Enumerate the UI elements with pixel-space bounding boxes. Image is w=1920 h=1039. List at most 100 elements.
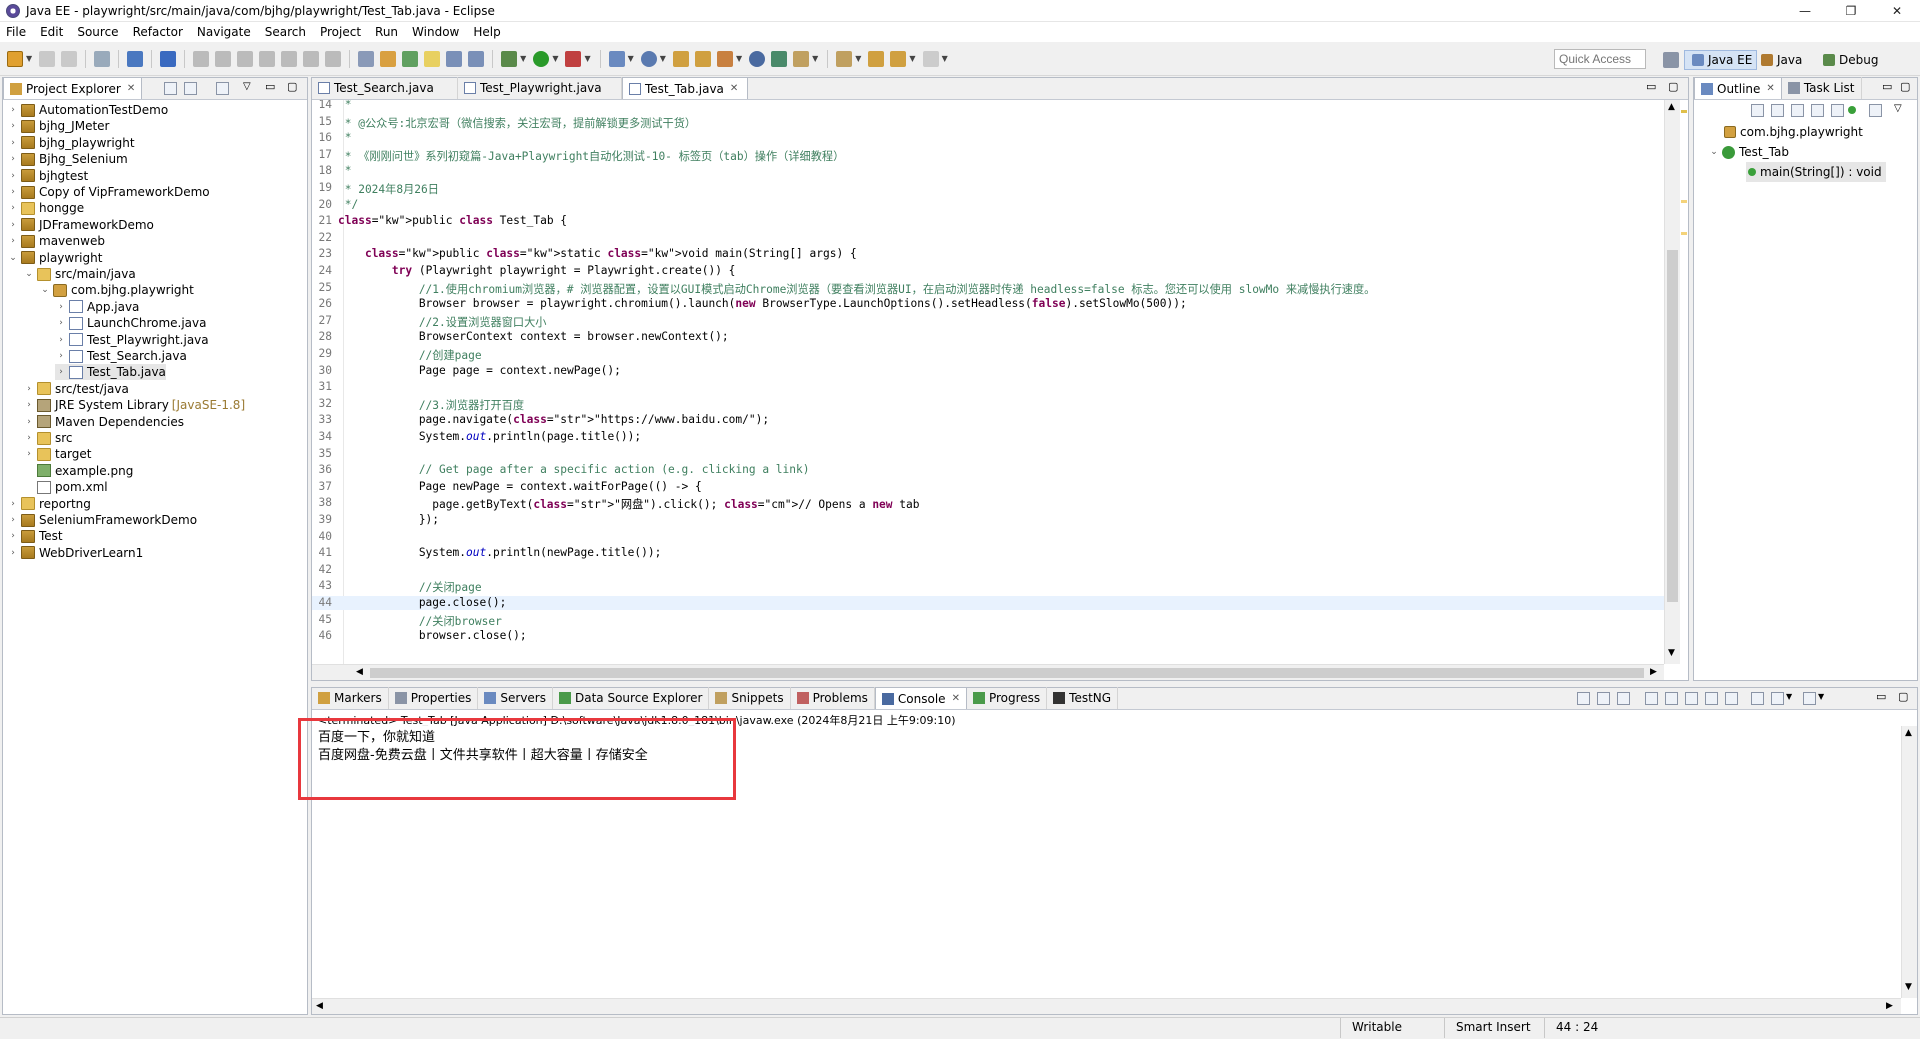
open-task-icon[interactable] — [380, 50, 397, 67]
collapse-all-icon[interactable] — [164, 82, 177, 95]
skip-breakpoints-icon[interactable] — [160, 50, 177, 67]
tab-snippets[interactable]: Snippets — [709, 687, 791, 709]
tab-project-explorer[interactable]: Project Explorer ✕ — [3, 77, 143, 99]
tree-item[interactable]: › App.java — [55, 299, 139, 315]
menu-source[interactable]: Source — [77, 25, 118, 39]
tree-item[interactable]: › bjhg_playwright — [7, 135, 134, 151]
minimize-view-icon[interactable]: ▭ — [1882, 80, 1892, 93]
chevron-right-icon[interactable]: › — [7, 515, 19, 525]
debug-dropdown-icon[interactable]: ▼ — [520, 54, 526, 63]
display-console-icon[interactable] — [1771, 692, 1784, 705]
collapse-all-icon[interactable] — [1751, 104, 1764, 117]
terminate-icon[interactable] — [1577, 692, 1590, 705]
scroll-right-icon[interactable]: ▶ — [1886, 1001, 1893, 1011]
tree-item[interactable]: › Maven Dependencies — [23, 414, 184, 430]
new-web-dropdown-icon[interactable]: ▼ — [660, 54, 666, 63]
tab-test-search[interactable]: Test_Search.java — [312, 77, 458, 99]
chevron-right-icon[interactable]: › — [7, 203, 19, 213]
maximize-view-icon[interactable]: ▢ — [1900, 80, 1910, 93]
menu-project[interactable]: Project — [320, 25, 361, 39]
chevron-right-icon[interactable]: › — [7, 154, 19, 164]
tab-test-tab[interactable]: Test_Tab.java ✕ — [622, 77, 748, 99]
forward-icon[interactable] — [922, 50, 939, 67]
menu-window[interactable]: Window — [412, 25, 459, 39]
chevron-right-icon[interactable]: › — [55, 335, 67, 345]
sort-icon[interactable] — [1771, 104, 1784, 117]
minimize-view-icon[interactable]: ▭ — [1876, 690, 1886, 703]
chevron-down-icon[interactable]: ⌄ — [1708, 147, 1720, 157]
tab-console[interactable]: Console ✕ — [874, 687, 967, 709]
step-return-icon[interactable] — [325, 50, 342, 67]
maximize-view-icon[interactable]: ▢ — [287, 80, 297, 93]
view-menu-icon[interactable]: ▽ — [1894, 103, 1902, 114]
open-type-icon[interactable] — [358, 50, 375, 67]
tree-item[interactable]: › src/test/java — [23, 381, 129, 397]
maximize-button[interactable]: ❐ — [1828, 0, 1874, 22]
chevron-right-icon[interactable]: › — [55, 367, 67, 377]
tree-item[interactable]: › JRE System Library [JavaSE-1.8] — [23, 397, 245, 413]
minimize-view-icon[interactable]: ▭ — [265, 80, 275, 93]
toggle-block-selection-icon[interactable] — [446, 50, 463, 67]
remove-all-terminated-icon[interactable] — [1617, 692, 1630, 705]
new-dropdown-icon[interactable]: ▼ — [26, 54, 32, 63]
step-over-icon[interactable] — [303, 50, 320, 67]
new-java-project-icon[interactable] — [672, 50, 689, 67]
editor-vertical-scrollbar[interactable]: ▲ ▼ — [1664, 100, 1680, 664]
tab-outline[interactable]: Outline ✕ — [1694, 77, 1782, 99]
tree-item[interactable]: › hongge — [7, 200, 84, 216]
filters-icon[interactable] — [216, 82, 229, 95]
tree-item[interactable]: › Test — [7, 528, 62, 544]
tree-item[interactable]: › Test_Playwright.java — [55, 332, 208, 348]
occurrence-marker[interactable] — [1681, 200, 1687, 203]
annotation-icon[interactable] — [793, 50, 810, 67]
hide-fields-icon[interactable] — [1791, 104, 1804, 117]
tab-markers[interactable]: Markers — [312, 687, 389, 709]
back-dropdown-icon[interactable]: ▼ — [909, 54, 915, 63]
tree-item[interactable]: › JDFrameworkDemo — [7, 217, 154, 233]
chevron-right-icon[interactable]: › — [7, 105, 19, 115]
tab-servers[interactable]: Servers — [478, 687, 553, 709]
menu-edit[interactable]: Edit — [40, 25, 63, 39]
editor-horizontal-scrollbar[interactable]: ◀ ▶ — [312, 664, 1664, 680]
scroll-up-icon[interactable]: ▲ — [1905, 728, 1912, 738]
open-perspective-icon[interactable] — [1663, 52, 1679, 68]
next-annotation-dropdown-icon[interactable]: ▼ — [855, 54, 861, 63]
tree-item[interactable]: ⌄ playwright — [7, 250, 102, 266]
new-web-icon[interactable] — [640, 50, 657, 67]
scroll-right-icon[interactable]: ▶ — [1650, 667, 1657, 677]
tab-problems[interactable]: Problems — [791, 687, 875, 709]
close-icon[interactable]: ✕ — [127, 83, 135, 94]
word-wrap-icon[interactable] — [1685, 692, 1698, 705]
new-plugin-icon[interactable] — [716, 50, 733, 67]
editor-hscroll-thumb[interactable] — [370, 668, 1644, 678]
chevron-right-icon[interactable]: › — [7, 548, 19, 558]
search-icon[interactable] — [402, 50, 419, 67]
link-with-editor-icon[interactable] — [184, 82, 197, 95]
remove-launch-icon[interactable] — [1597, 692, 1610, 705]
chevron-right-icon[interactable]: › — [7, 531, 19, 541]
tree-item[interactable]: › SeleniumFrameworkDemo — [7, 512, 197, 528]
tree-item[interactable]: ⌄ com.bjhg.playwright — [39, 282, 194, 298]
scroll-down-icon[interactable]: ▼ — [1905, 982, 1912, 992]
chevron-right-icon[interactable]: › — [7, 138, 19, 148]
chevron-right-icon[interactable]: › — [23, 384, 35, 394]
new-server-icon[interactable] — [608, 50, 625, 67]
open-folder-icon[interactable] — [694, 50, 711, 67]
show-whitespace-icon[interactable] — [468, 50, 485, 67]
close-icon[interactable]: ✕ — [952, 693, 960, 704]
suspend-icon[interactable] — [215, 50, 232, 67]
chevron-right-icon[interactable]: › — [55, 351, 67, 361]
show-on-error-icon[interactable] — [1725, 692, 1738, 705]
chevron-right-icon[interactable]: › — [7, 499, 19, 509]
tree-item[interactable]: › Bjhg_Selenium — [7, 151, 128, 167]
open-console-dropdown-icon[interactable]: ▼ — [1818, 692, 1824, 701]
chevron-right-icon[interactable]: › — [7, 121, 19, 131]
perspective-debug[interactable]: Debug — [1816, 50, 1882, 70]
testng-icon[interactable] — [771, 50, 788, 67]
chevron-right-icon[interactable]: › — [23, 400, 35, 410]
chevron-right-icon[interactable]: › — [23, 417, 35, 427]
debug-icon[interactable] — [501, 50, 518, 67]
tree-item[interactable]: pom.xml — [23, 479, 108, 495]
minimize-view-icon[interactable]: ▭ — [1646, 80, 1656, 93]
save-icon[interactable] — [39, 50, 56, 67]
